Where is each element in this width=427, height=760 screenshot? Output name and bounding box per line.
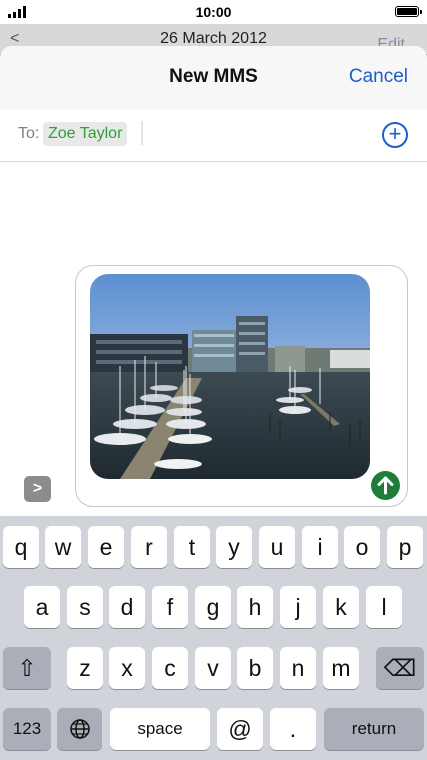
add-contact-button[interactable]: + (382, 122, 408, 148)
key-w[interactable]: w (45, 526, 81, 568)
send-button[interactable] (371, 471, 400, 500)
key-u[interactable]: u (259, 526, 295, 568)
plus-icon: + (388, 121, 402, 146)
key-j[interactable]: j (280, 586, 316, 628)
delete-key[interactable]: ⌫ (376, 647, 424, 689)
battery-icon (395, 6, 422, 17)
key-b[interactable]: b (237, 647, 273, 689)
key-o[interactable]: o (344, 526, 380, 568)
key-r[interactable]: r (131, 526, 167, 568)
recipient-row[interactable]: To: Zoe Taylor + (0, 109, 427, 162)
key-e[interactable]: e (88, 526, 124, 568)
numbers-key[interactable]: 123 (3, 708, 51, 750)
nav-bar: New MMS Cancel (0, 46, 427, 110)
key-z[interactable]: z (67, 647, 103, 689)
status-time: 10:00 (195, 4, 232, 20)
key-v[interactable]: v (195, 647, 231, 689)
key-s[interactable]: s (67, 586, 103, 628)
key-h[interactable]: h (237, 586, 273, 628)
return-key[interactable]: return (324, 708, 424, 750)
key-k[interactable]: k (323, 586, 359, 628)
status-bar: 10:00 (0, 0, 427, 24)
chevron-right-icon: > (32, 480, 43, 497)
key-d[interactable]: d (109, 586, 145, 628)
key-p[interactable]: p (387, 526, 423, 568)
shift-icon: ⇧ (17, 655, 37, 681)
shift-key[interactable]: ⇧ (3, 647, 51, 689)
key-q[interactable]: q (3, 526, 39, 568)
to-label: To: (18, 125, 40, 142)
key-y[interactable]: y (216, 526, 252, 568)
marina-photo (90, 274, 370, 479)
recipient-chip[interactable]: Zoe Taylor (43, 122, 128, 146)
key-a[interactable]: a (24, 586, 60, 628)
key-n[interactable]: n (280, 647, 316, 689)
key-f[interactable]: f (152, 586, 188, 628)
text-cursor (141, 121, 143, 145)
key-x[interactable]: x (109, 647, 145, 689)
arrow-up-icon (377, 476, 394, 495)
delete-icon: ⌫ (383, 655, 417, 681)
dot-key[interactable]: . (270, 708, 316, 750)
space-key[interactable]: space (110, 708, 210, 750)
globe-icon (69, 719, 90, 739)
cancel-button[interactable]: Cancel (349, 66, 408, 88)
key-m[interactable]: m (323, 647, 359, 689)
attached-photo[interactable] (90, 274, 370, 479)
key-c[interactable]: c (152, 647, 188, 689)
at-key[interactable]: @ (217, 708, 263, 750)
message-compose-field[interactable] (75, 265, 408, 507)
globe-key[interactable] (57, 708, 102, 750)
keyboard: q w e r t y u i o p a s d f g h j k l ⇧ … (0, 516, 427, 760)
expand-apps-button[interactable]: > (24, 476, 51, 502)
key-t[interactable]: t (174, 526, 210, 568)
key-l[interactable]: l (366, 586, 402, 628)
key-i[interactable]: i (302, 526, 338, 568)
key-g[interactable]: g (195, 586, 231, 628)
